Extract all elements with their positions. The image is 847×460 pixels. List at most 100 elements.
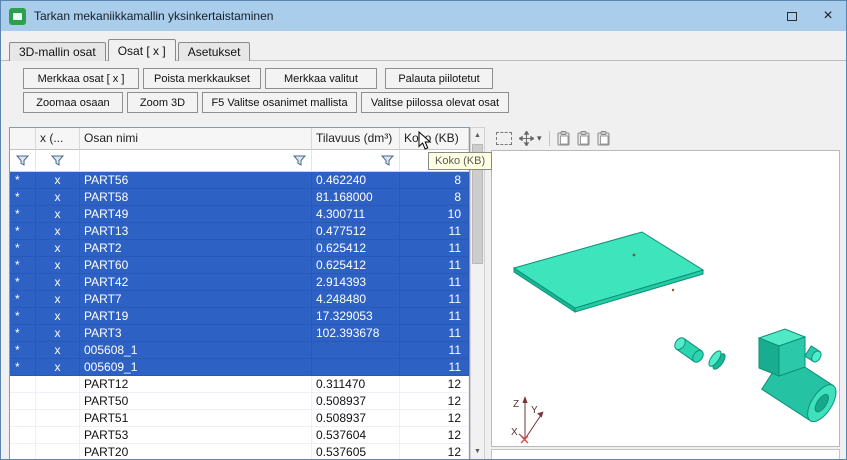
axis-triad: Z Y X (511, 396, 544, 443)
poista-merkkaukset-button[interactable]: Poista merkkaukset (143, 68, 261, 89)
filter-cell-mark[interactable] (10, 150, 36, 172)
table-row[interactable]: * x PART60 0.625412 11 (10, 257, 469, 274)
row-size: 11 (400, 325, 469, 341)
row-name: PART3 (80, 325, 312, 341)
clipboard-icon-1[interactable] (557, 131, 570, 146)
close-button[interactable]: × (810, 1, 846, 31)
header-cell-mark[interactable] (10, 128, 36, 150)
tab-3d-mallin-osat[interactable]: 3D-mallin osat (9, 42, 106, 61)
row-size: 11 (400, 274, 469, 290)
clipboard-icon-2[interactable] (577, 131, 590, 146)
row-size: 12 (400, 410, 469, 426)
row-size: 12 (400, 444, 469, 460)
row-mark: * (10, 342, 36, 358)
row-size: 8 (400, 172, 469, 188)
row-name: PART51 (80, 410, 312, 426)
scroll-down-icon: ▼ (474, 448, 481, 455)
table-row[interactable]: * x PART3 102.393678 11 (10, 325, 469, 342)
pan-icon[interactable] (519, 131, 534, 146)
table-row[interactable]: * x PART58 81.168000 8 (10, 189, 469, 206)
clipboard-icon-3[interactable] (597, 131, 610, 146)
palauta-piilotetut-button[interactable]: Palauta piilotetut (385, 68, 493, 89)
disc-part[interactable] (707, 349, 728, 371)
table-row[interactable]: PART51 0.508937 12 (10, 410, 469, 427)
row-name: PART42 (80, 274, 312, 290)
row-volume: 4.248480 (312, 291, 400, 307)
zoomaa-osaan-button[interactable]: Zoomaa osaan (23, 92, 123, 113)
plate-part[interactable] (514, 232, 703, 312)
filter-cell-x[interactable] (36, 150, 80, 172)
row-volume (312, 342, 400, 358)
table-row[interactable]: * x PART7 4.248480 11 (10, 291, 469, 308)
tab-strip: 3D-mallin osat Osat [ x ] Asetukset (9, 39, 252, 61)
marquee-select-icon[interactable] (496, 132, 512, 145)
tab-osat[interactable]: Osat [ x ] (108, 39, 176, 61)
row-name: PART50 (80, 393, 312, 409)
table-row[interactable]: PART20 0.537605 12 (10, 444, 469, 460)
row-name: PART19 (80, 308, 312, 324)
window-controls: × (774, 1, 846, 31)
table-row[interactable]: * x PART13 0.477512 11 (10, 223, 469, 240)
zoom-3d-button[interactable]: Zoom 3D (127, 92, 198, 113)
titlebar: Tarkan mekaniikkamallin yksinkertaistami… (1, 1, 846, 31)
row-x (36, 444, 80, 460)
viewport-bottom-strip (491, 449, 840, 460)
valitse-piilossa-button[interactable]: Valitse piilossa olevat osat (361, 92, 509, 113)
tab-asetukset[interactable]: Asetukset (178, 42, 251, 61)
axis-label-y: Y (531, 405, 538, 416)
row-volume: 81.168000 (312, 189, 400, 205)
table-row[interactable]: * x 005609_1 11 (10, 359, 469, 376)
scroll-down-button[interactable]: ▼ (471, 444, 484, 459)
viewport-canvas[interactable]: Z Y X (491, 150, 840, 447)
row-mark: * (10, 291, 36, 307)
row-volume: 0.508937 (312, 410, 400, 426)
table-row[interactable]: * x PART56 0.462240 8 (10, 172, 469, 189)
row-mark: * (10, 274, 36, 290)
row-mark (10, 427, 36, 443)
header-cell-size[interactable]: Koko (KB) (400, 128, 469, 150)
table-row[interactable]: PART53 0.537604 12 (10, 427, 469, 444)
motor-part[interactable] (759, 329, 839, 426)
header-cell-volume[interactable]: Tilavuus (dm³) (312, 128, 400, 150)
table-row[interactable]: * x PART42 2.914393 11 (10, 274, 469, 291)
filter-cell-volume[interactable] (312, 150, 400, 172)
dropdown-icon[interactable]: ▾ (537, 134, 542, 143)
row-mark: * (10, 172, 36, 188)
3d-scene[interactable]: Z Y X (492, 151, 839, 445)
row-size: 11 (400, 240, 469, 256)
window-title: Tarkan mekaniikkamallin yksinkertaistami… (34, 9, 273, 23)
scroll-up-button[interactable]: ▲ (471, 128, 484, 143)
filter-cell-name[interactable] (80, 150, 312, 172)
table-row[interactable]: * x 005608_1 11 (10, 342, 469, 359)
axis-label-x: X (511, 427, 518, 438)
small-cylinder-part[interactable] (673, 336, 706, 364)
row-name: PART7 (80, 291, 312, 307)
row-volume (312, 359, 400, 375)
vertical-scrollbar[interactable]: ▲ ▼ (470, 127, 485, 460)
table-row[interactable]: * x PART19 17.329053 11 (10, 308, 469, 325)
table-row[interactable]: PART12 0.311470 12 (10, 376, 469, 393)
row-size: 11 (400, 308, 469, 324)
toolbar-separator (549, 131, 550, 146)
column-tooltip: Koko (KB) (428, 152, 492, 170)
header-cell-x[interactable]: x (... (36, 128, 80, 150)
row-x (36, 393, 80, 409)
row-mark: * (10, 257, 36, 273)
table-row[interactable]: PART50 0.508937 12 (10, 393, 469, 410)
merkkaa-valitut-button[interactable]: Merkkaa valitut (265, 68, 377, 89)
row-x (36, 376, 80, 392)
header-cell-name[interactable]: Osan nimi (80, 128, 312, 150)
row-name: PART2 (80, 240, 312, 256)
merkkaa-osat-button[interactable]: Merkkaa osat [ x ] (23, 68, 139, 89)
axis-label-z: Z (513, 399, 519, 410)
table-row[interactable]: * x PART2 0.625412 11 (10, 240, 469, 257)
maximize-icon (787, 12, 797, 21)
row-mark (10, 410, 36, 426)
row-name: PART56 (80, 172, 312, 188)
app-window: Tarkan mekaniikkamallin yksinkertaistami… (0, 0, 847, 460)
table-body: * x PART56 0.462240 8 * x PART58 81.1680… (10, 172, 469, 460)
row-x: x (36, 359, 80, 375)
maximize-button[interactable] (774, 1, 810, 31)
f5-valitse-osanimet-button[interactable]: F5 Valitse osanimet mallista (202, 92, 357, 113)
table-row[interactable]: * x PART49 4.300711 10 (10, 206, 469, 223)
